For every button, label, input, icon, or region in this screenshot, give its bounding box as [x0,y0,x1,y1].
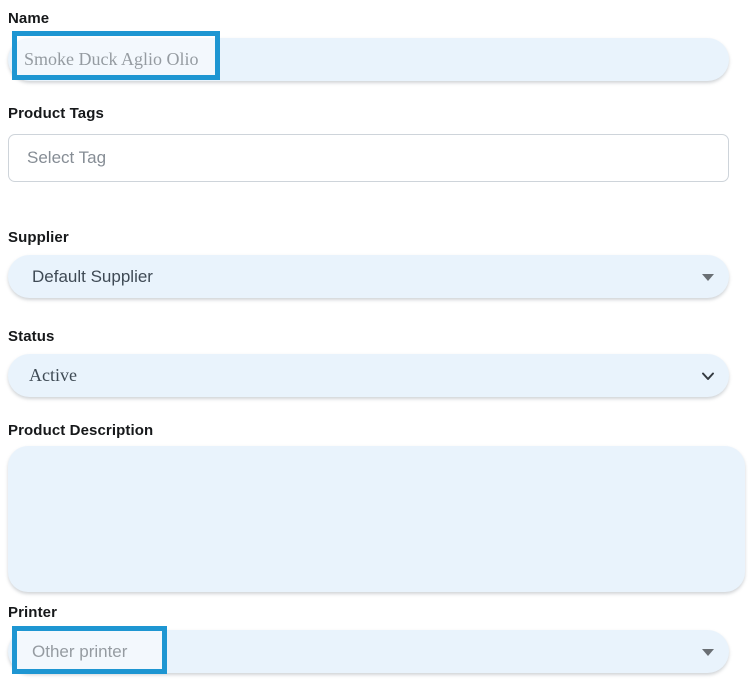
product-edit-form: Name Product Tags Supplier Default Suppl… [0,0,748,674]
name-label: Name [8,10,50,27]
printer-selected-value: Other printer [32,641,128,661]
status-select[interactable]: Active [8,354,729,397]
product-tags-label: Product Tags [8,105,104,122]
supplier-label: Supplier [8,229,69,246]
field-group-product-description: Product Description [8,422,745,592]
chevron-down-icon [702,372,714,380]
supplier-select[interactable]: Default Supplier [8,255,729,298]
field-group-status: Status Active [8,328,729,397]
supplier-selected-value: Default Supplier [32,266,153,286]
status-selected-value: Active [29,365,77,385]
product-tags-input[interactable] [8,134,729,182]
product-description-textarea[interactable] [8,446,745,592]
printer-label: Printer [8,604,58,621]
dropdown-arrow-icon [702,273,714,281]
dropdown-arrow-icon [702,648,714,656]
product-description-label: Product Description [8,422,154,439]
field-group-printer: Printer Other printer [8,604,729,674]
field-group-name: Name [8,10,729,81]
status-label: Status [8,328,55,345]
name-input[interactable] [8,38,729,81]
field-group-supplier: Supplier Default Supplier [8,229,729,298]
printer-select[interactable]: Other printer [8,630,729,673]
field-group-product-tags: Product Tags [8,105,729,182]
